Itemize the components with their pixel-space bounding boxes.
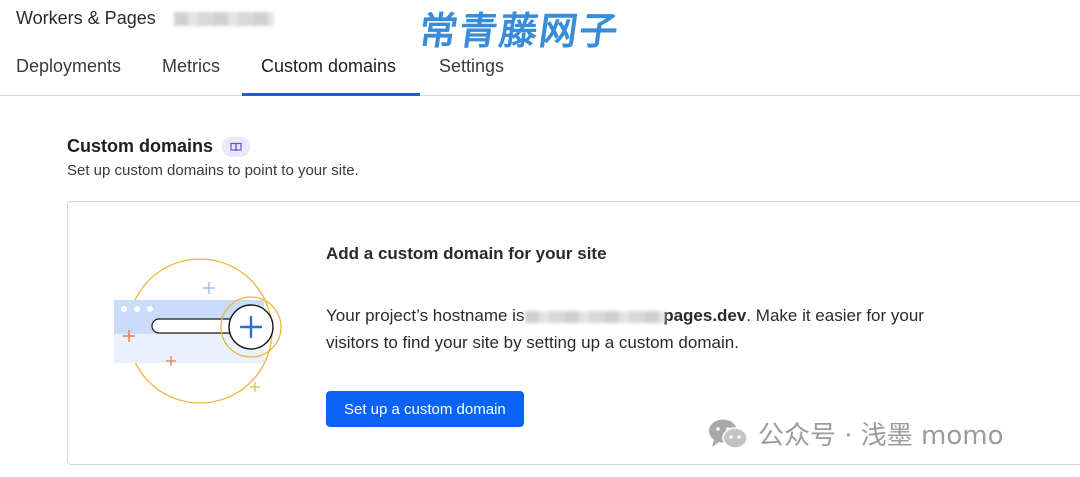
card-heading: Add a custom domain for your site xyxy=(326,244,607,263)
tab-bar: Deployments Metrics Custom domains Setti… xyxy=(0,48,1080,96)
wechat-icon xyxy=(709,419,748,449)
watermark-bottom: 公众号 · 浅墨 momo xyxy=(708,415,1004,452)
section-subtitle: Set up custom domains to point to your s… xyxy=(67,162,359,179)
redacted-hostname xyxy=(525,310,666,323)
tab-metrics[interactable]: Metrics xyxy=(162,56,220,77)
tab-custom-domains[interactable]: Custom domains xyxy=(261,56,396,77)
redacted-project-name xyxy=(173,11,274,26)
hostname-suffix: pages.dev xyxy=(663,306,747,325)
card-description: Your project’s hostname is pages.dev. Ma… xyxy=(326,302,966,356)
section-header: Custom domains xyxy=(67,136,251,157)
breadcrumb: Workers & Pages xyxy=(16,8,274,29)
setup-custom-domain-button[interactable]: Set up a custom domain xyxy=(326,391,524,427)
tab-deployments[interactable]: Deployments xyxy=(16,56,121,77)
tab-settings[interactable]: Settings xyxy=(439,56,504,77)
section-title: Custom domains xyxy=(67,136,214,156)
watermark-top: 常青藤网子 xyxy=(416,9,623,53)
description-prefix: Your project’s hostname is xyxy=(326,306,525,325)
book-icon[interactable] xyxy=(222,136,251,157)
browser-illustration xyxy=(114,258,282,404)
breadcrumb-root[interactable]: Workers & Pages xyxy=(16,8,156,29)
active-tab-indicator xyxy=(242,93,420,96)
watermark-bottom-text: 公众号 · 浅墨 momo xyxy=(758,421,1004,451)
